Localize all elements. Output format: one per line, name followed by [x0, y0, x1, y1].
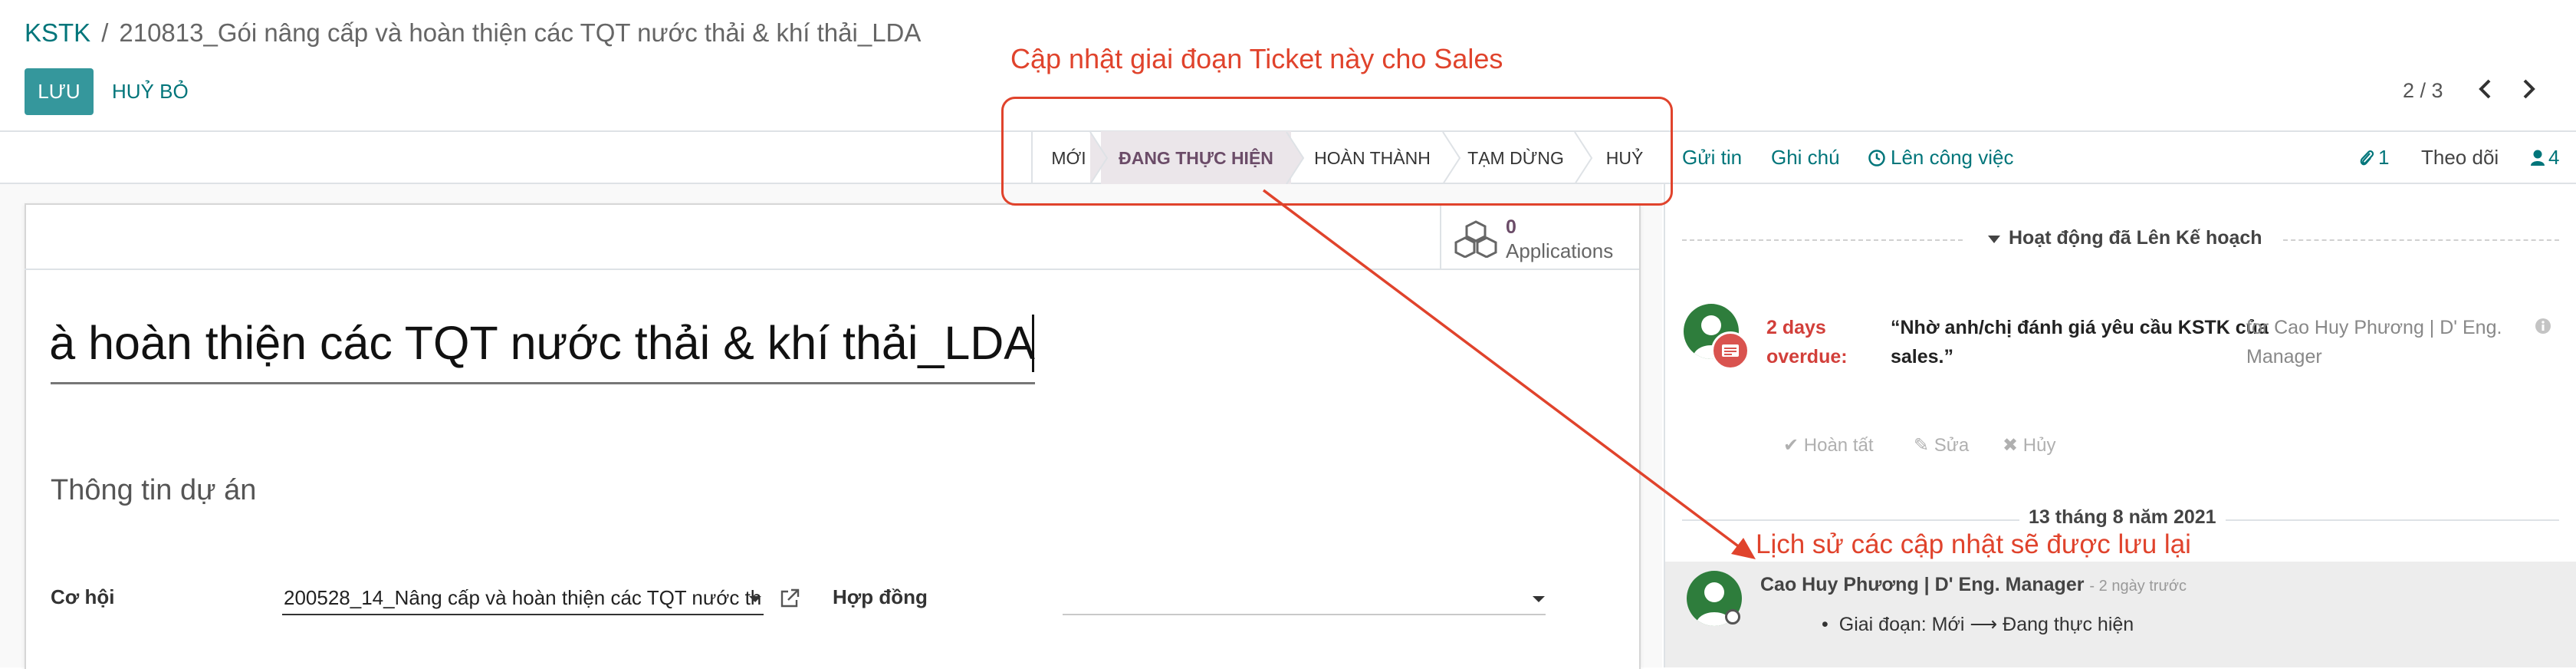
- annotation-arrow: [1262, 189, 1756, 559]
